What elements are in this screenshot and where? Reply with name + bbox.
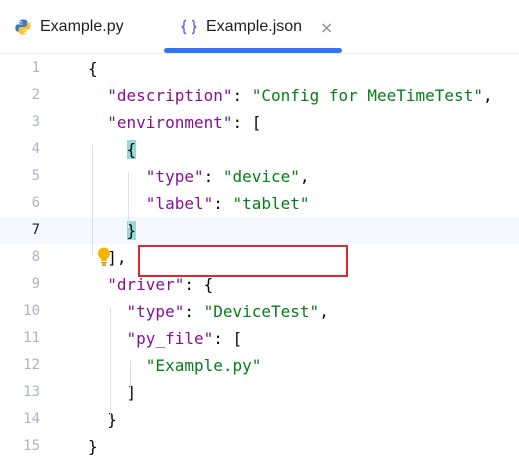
close-tab-icon[interactable]: ×: [320, 18, 333, 37]
code-token: "DeviceTest": [203, 302, 320, 321]
code-token: ,: [319, 302, 329, 321]
code-line[interactable]: 7 }: [0, 217, 519, 244]
line-number: 3: [31, 114, 40, 130]
code-text: {: [88, 136, 137, 163]
code-line[interactable]: 5 "type": "device",: [0, 163, 519, 190]
code-token: "label": [145, 194, 214, 213]
code-token: :: [184, 302, 204, 321]
editor-tab-bar: Example.py Example.json ×: [0, 0, 519, 54]
json-braces-icon: [180, 18, 198, 36]
code-token: "py_file": [126, 329, 214, 348]
code-token: {: [88, 59, 98, 78]
code-token: :: [213, 194, 233, 213]
active-tab-indicator: [164, 48, 342, 53]
tab-label: Example.json: [206, 18, 303, 35]
line-number: 13: [23, 384, 40, 400]
code-token: "type": [145, 167, 204, 186]
code-line[interactable]: 4 {: [0, 136, 519, 163]
code-text: "type": "device",: [88, 163, 310, 190]
code-text: }: [88, 433, 98, 460]
line-number: 1: [31, 60, 40, 76]
ide-window: Example.py Example.json × 1{2 "descripti…: [0, 0, 519, 472]
code-line[interactable]: 6 "label": "tablet": [0, 190, 519, 217]
code-token: : [: [232, 113, 262, 132]
code-line[interactable]: 11 "py_file": [: [0, 325, 519, 352]
indent-guide: [130, 361, 131, 389]
line-number: 4: [31, 141, 40, 157]
lightbulb-icon[interactable]: [96, 246, 112, 272]
code-token: ,: [482, 86, 493, 105]
line-number: 10: [23, 303, 40, 319]
code-text: {: [88, 55, 98, 82]
code-token: :: [203, 167, 223, 186]
line-number: 5: [31, 168, 40, 184]
code-token: :: [232, 86, 252, 105]
code-token: ]: [126, 383, 137, 402]
code-line[interactable]: 10 "type": "DeviceTest",: [0, 298, 519, 325]
code-line[interactable]: 12 "Example.py": [0, 352, 519, 379]
code-editor[interactable]: 1{2 "description": "Config for MeeTimeTe…: [0, 54, 519, 472]
line-number: 11: [23, 330, 40, 346]
line-number: 2: [31, 87, 40, 103]
highlight-box: [138, 245, 348, 277]
code-text: "type": "DeviceTest",: [88, 298, 329, 325]
tab-label: Example.py: [40, 18, 124, 35]
code-token: "driver": [107, 275, 185, 294]
code-text: "description": "Config for MeeTimeTest",: [88, 82, 493, 109]
indent-guide: [110, 307, 111, 417]
code-token: "type": [126, 302, 185, 321]
python-icon: [14, 18, 32, 36]
line-number: 8: [31, 249, 40, 265]
code-token: : [: [213, 329, 243, 348]
code-token: "Example.py": [145, 356, 262, 375]
code-token: }: [107, 410, 117, 429]
code-text: ]: [88, 379, 137, 406]
code-line[interactable]: 14 }: [0, 406, 519, 433]
tab-example-json[interactable]: Example.json ×: [164, 0, 342, 54]
line-number: 7: [31, 222, 40, 238]
code-token: {: [126, 140, 137, 159]
code-text: "Example.py": [88, 352, 262, 379]
code-line[interactable]: 1{: [0, 55, 519, 82]
code-token: "tablet": [232, 194, 310, 213]
indent-guide: [128, 172, 129, 228]
line-number: 15: [23, 438, 40, 454]
code-token: ,: [299, 167, 310, 186]
indent-guide: [92, 145, 93, 255]
line-number: 12: [23, 357, 40, 373]
code-line[interactable]: 15}: [0, 433, 519, 460]
code-token: "device": [222, 167, 300, 186]
code-text: "environment": [: [88, 109, 261, 136]
code-token: : {: [184, 275, 214, 294]
code-text: "py_file": [: [88, 325, 243, 352]
tab-example-py[interactable]: Example.py: [14, 0, 124, 54]
code-token: "description": [107, 86, 233, 105]
code-token: }: [88, 437, 98, 456]
code-text: }: [88, 406, 117, 433]
code-line[interactable]: 3 "environment": [: [0, 109, 519, 136]
code-token: "Config for MeeTimeTest": [251, 86, 483, 105]
line-number: 9: [31, 276, 40, 292]
line-number: 14: [23, 411, 40, 427]
code-token: "environment": [107, 113, 233, 132]
code-line[interactable]: 2 "description": "Config for MeeTimeTest…: [0, 82, 519, 109]
code-line[interactable]: 13 ]: [0, 379, 519, 406]
code-text: "label": "tablet": [88, 190, 310, 217]
line-number: 6: [31, 195, 40, 211]
